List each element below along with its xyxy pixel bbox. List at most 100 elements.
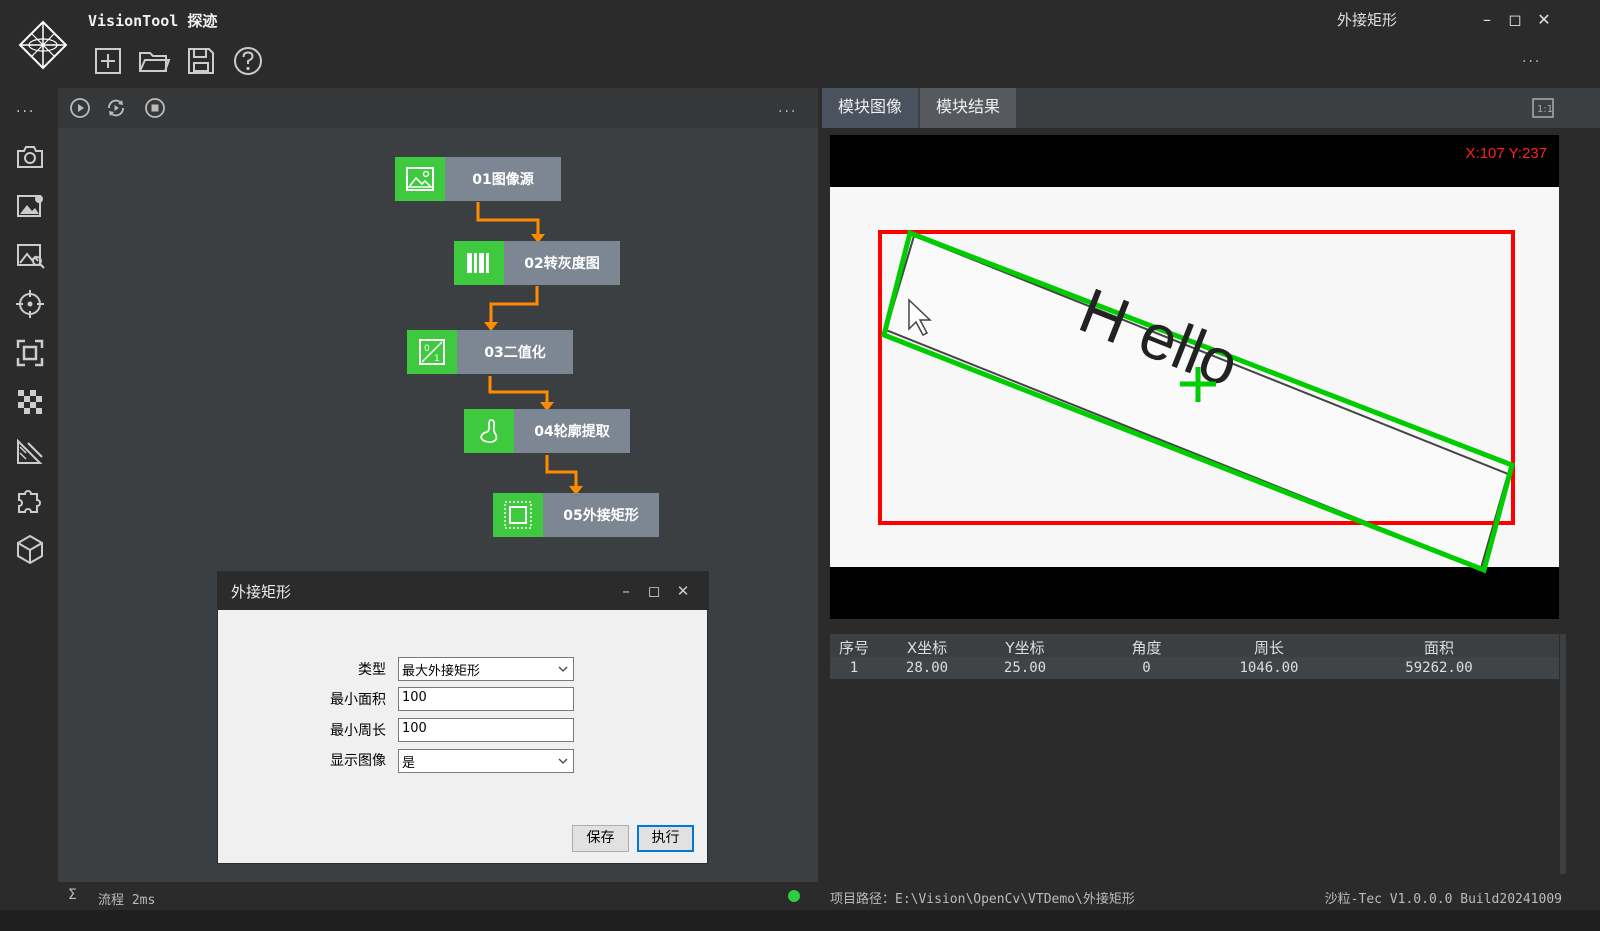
type-value: 最大外接矩形 bbox=[402, 664, 481, 679]
col-angle: 角度 bbox=[1131, 639, 1162, 657]
table-scrollbar[interactable] bbox=[1560, 634, 1566, 874]
right-status-bar: 项目路径：E:\Vision\OpenCv\VTDemo\外接矩形 沙粒-Tec… bbox=[822, 882, 1600, 910]
window-caption: 外接矩形 bbox=[1337, 11, 1398, 29]
min-perimeter-label: 最小周长 bbox=[330, 723, 386, 739]
svg-text:0: 0 bbox=[424, 344, 430, 354]
result-panel: 模块图像 模块结果 1:1 X:107 Y:237 H ello 序号 X坐标 … bbox=[822, 88, 1600, 910]
type-select[interactable]: 最大外接矩形 bbox=[398, 657, 574, 681]
connector-3-4 bbox=[488, 376, 549, 404]
node-label: 01图像源 bbox=[445, 157, 561, 201]
cell-index: 1 bbox=[849, 660, 859, 676]
tool-sidebar: ... bbox=[0, 88, 58, 931]
chevron-down-icon bbox=[558, 666, 568, 672]
tab-module-result[interactable]: 模块结果 bbox=[920, 88, 1016, 128]
min-area-label: 最小面积 bbox=[330, 692, 386, 708]
open-folder-icon[interactable] bbox=[137, 44, 171, 78]
min-area-input[interactable]: 100 bbox=[398, 687, 574, 711]
svg-text:1:1: 1:1 bbox=[1537, 104, 1553, 115]
cell-x: 28.00 bbox=[905, 660, 949, 676]
app-title: VisionTool 探迹 bbox=[88, 12, 218, 30]
checker-icon[interactable] bbox=[14, 386, 46, 418]
flow-node-grayscale[interactable]: 02转灰度图 bbox=[454, 241, 620, 285]
image-settings-icon[interactable] bbox=[14, 190, 46, 222]
bounding-rect-dialog: 外接矩形 – ◻ ✕ 类型 最大外接矩形 最小面积 100 最小周长 100 显… bbox=[217, 571, 709, 864]
image-icon bbox=[395, 157, 445, 201]
flow-node-binary[interactable]: 01 03二值化 bbox=[407, 330, 573, 374]
dialog-minimize-button[interactable]: – bbox=[615, 580, 637, 602]
tab-module-image[interactable]: 模块图像 bbox=[822, 88, 918, 128]
dialog-close-button[interactable]: ✕ bbox=[672, 580, 694, 602]
table-empty-area bbox=[830, 682, 1559, 870]
cube-icon[interactable] bbox=[14, 533, 46, 565]
actual-size-icon[interactable]: 1:1 bbox=[1532, 98, 1554, 118]
measure-icon[interactable] bbox=[14, 435, 46, 467]
play-icon[interactable] bbox=[69, 97, 91, 119]
flow-status-bar: Σ 流程 2ms bbox=[58, 882, 820, 910]
save-icon[interactable] bbox=[184, 44, 218, 78]
camera-icon[interactable] bbox=[14, 141, 46, 173]
svg-text:1: 1 bbox=[434, 354, 440, 364]
dialog-maximize-button[interactable]: ◻ bbox=[643, 580, 665, 602]
cell-y: 25.00 bbox=[1003, 660, 1047, 676]
focus-frame-icon[interactable] bbox=[14, 337, 46, 369]
node-label: 04轮廓提取 bbox=[514, 409, 630, 453]
table-header: 序号 X坐标 Y坐标 角度 周长 面积 bbox=[830, 634, 1559, 657]
cell-perimeter: 1046.00 bbox=[1239, 660, 1299, 676]
minimize-button[interactable]: – bbox=[1475, 8, 1499, 32]
node-label: 03二值化 bbox=[457, 330, 573, 374]
save-button[interactable]: 保存 bbox=[572, 825, 629, 852]
run-button[interactable]: 执行 bbox=[637, 825, 694, 852]
connector-2-3 bbox=[489, 286, 539, 324]
node-label: 05外接矩形 bbox=[543, 493, 659, 537]
flow-node-contour[interactable]: 04轮廓提取 bbox=[464, 409, 630, 453]
maximize-button[interactable]: ◻ bbox=[1503, 8, 1527, 32]
project-path: 项目路径：E:\Vision\OpenCv\VTDemo\外接矩形 bbox=[830, 892, 1135, 907]
result-table: 序号 X坐标 Y坐标 角度 周长 面积 1 28.00 25.00 0 1046… bbox=[830, 634, 1559, 874]
image-viewer[interactable]: X:107 Y:237 H ello bbox=[830, 135, 1559, 619]
contour-icon bbox=[464, 409, 514, 453]
binary-icon: 01 bbox=[407, 330, 457, 374]
new-file-icon[interactable] bbox=[91, 44, 125, 78]
flow-node-image-source[interactable]: 01图像源 bbox=[395, 157, 561, 201]
stop-icon[interactable] bbox=[144, 97, 166, 119]
cell-angle: 0 bbox=[1142, 660, 1151, 676]
dialog-title: 外接矩形 bbox=[231, 583, 292, 601]
title-bar: VisionTool 探迹 外接矩形 – ◻ ✕ ... bbox=[0, 0, 1600, 88]
flow-more-button[interactable]: ... bbox=[778, 100, 797, 116]
type-label: 类型 bbox=[358, 662, 386, 678]
bottom-edge bbox=[0, 910, 1600, 931]
close-button[interactable]: ✕ bbox=[1532, 8, 1556, 32]
loop-icon[interactable] bbox=[105, 97, 127, 119]
chevron-down-icon bbox=[558, 758, 568, 764]
show-image-value: 是 bbox=[402, 756, 416, 771]
col-index: 序号 bbox=[838, 639, 869, 657]
show-image-select[interactable]: 是 bbox=[398, 749, 574, 773]
sigma-icon: Σ bbox=[68, 887, 77, 903]
crosshair-icon[interactable] bbox=[14, 288, 46, 320]
status-indicator bbox=[788, 890, 800, 902]
dialog-title-bar[interactable]: 外接矩形 – ◻ ✕ bbox=[218, 572, 709, 610]
min-perimeter-input[interactable]: 100 bbox=[398, 718, 574, 742]
version-info: 沙粒-Tec V1.0.0.0 Build20241009 bbox=[1324, 892, 1562, 907]
col-y: Y坐标 bbox=[1005, 639, 1045, 657]
flow-node-bounding-rect[interactable]: 05外接矩形 bbox=[493, 493, 659, 537]
help-icon[interactable] bbox=[231, 44, 265, 78]
app-logo-icon bbox=[18, 20, 68, 70]
show-image-label: 显示图像 bbox=[330, 753, 386, 769]
col-perimeter: 周长 bbox=[1253, 639, 1284, 657]
flow-toolbar: ... bbox=[58, 88, 818, 128]
table-row[interactable]: 1 28.00 25.00 0 1046.00 59262.00 bbox=[830, 657, 1559, 679]
col-area: 面积 bbox=[1423, 639, 1454, 657]
flow-time: 流程 2ms bbox=[98, 893, 156, 908]
cell-area: 59262.00 bbox=[1405, 660, 1473, 676]
more-options-button[interactable]: ... bbox=[1522, 50, 1541, 66]
connector-1-2 bbox=[476, 202, 540, 236]
image-search-icon[interactable] bbox=[14, 239, 46, 271]
col-x: X坐标 bbox=[906, 639, 948, 657]
bounding-rect-icon bbox=[493, 493, 543, 537]
puzzle-icon[interactable] bbox=[14, 484, 46, 516]
node-label: 02转灰度图 bbox=[504, 241, 620, 285]
tab-bar: 模块图像 模块结果 1:1 bbox=[822, 88, 1600, 128]
grayscale-icon bbox=[454, 241, 504, 285]
sidebar-more-button[interactable]: ... bbox=[16, 100, 35, 116]
